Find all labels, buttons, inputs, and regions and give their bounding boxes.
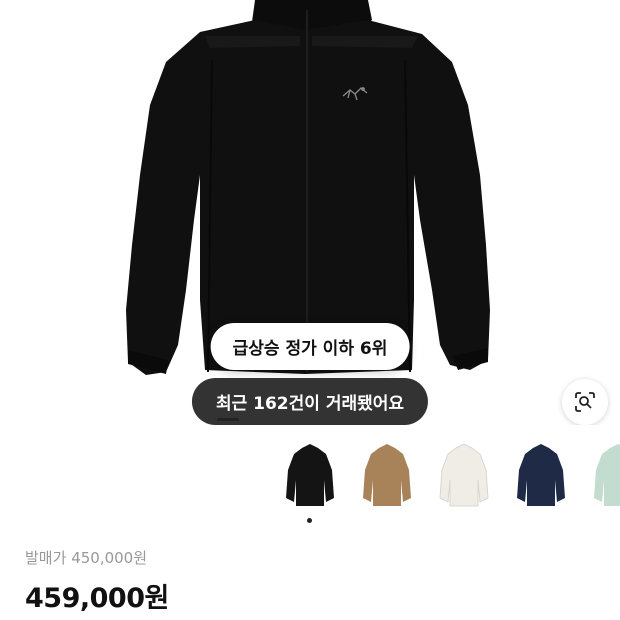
recent-trades-text: 최근 162건이 거래됐어요 — [215, 394, 405, 414]
carousel-progress — [217, 418, 239, 421]
retail-price-label: 발매가 — [25, 549, 67, 567]
retail-price: 발매가 450,000원 — [25, 547, 147, 568]
rank-badge-text: 급상승 정가 이하 6위 — [232, 339, 388, 359]
retail-price-value: 450,000원 — [71, 549, 148, 567]
color-thumbnail-mint[interactable] — [588, 440, 620, 512]
color-thumbnail-navy[interactable] — [511, 440, 571, 512]
lens-search-icon — [575, 392, 595, 412]
color-thumbnail-black[interactable] — [280, 440, 340, 512]
selected-thumbnail-indicator — [307, 518, 312, 523]
product-image[interactable]: 급상승 정가 이하 6위 최근 162건이 거래됐어요 — [0, 0, 620, 425]
rank-badge: 급상승 정가 이하 6위 — [210, 323, 410, 370]
color-thumbnail-white[interactable] — [434, 440, 494, 512]
color-thumbnail-tan[interactable] — [357, 440, 417, 512]
current-price: 459,000원 — [25, 583, 169, 614]
lens-search-button[interactable] — [562, 379, 608, 425]
